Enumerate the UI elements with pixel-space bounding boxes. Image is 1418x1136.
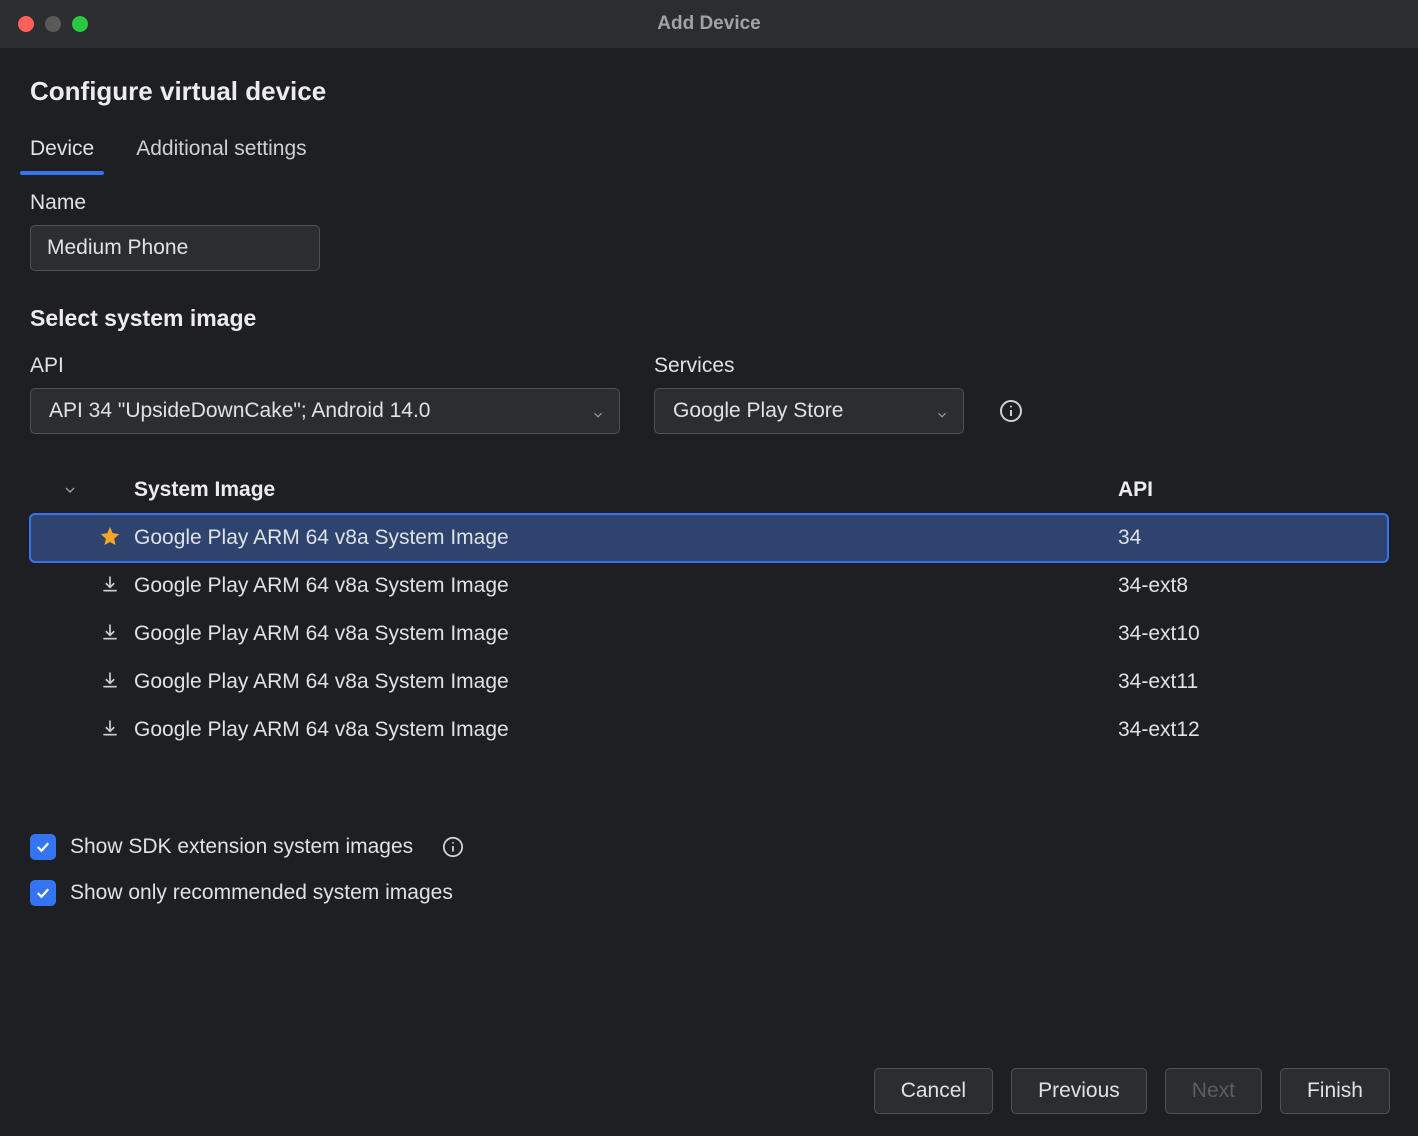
window-title: Add Device — [0, 13, 1418, 35]
download-icon[interactable] — [100, 574, 120, 599]
system-image-table: System Image API Google Play ARM 64 v8a … — [30, 478, 1388, 754]
row-api: 34-ext10 — [1118, 622, 1368, 646]
services-select[interactable]: Google Play Store — [654, 388, 964, 434]
row-api: 34 — [1118, 526, 1368, 550]
download-icon[interactable] — [100, 718, 120, 743]
info-icon[interactable] — [441, 835, 465, 859]
page-title: Configure virtual device — [30, 76, 1388, 107]
table-row[interactable]: Google Play ARM 64 v8a System Image34 — [30, 514, 1388, 562]
cancel-button[interactable]: Cancel — [874, 1068, 993, 1114]
info-icon[interactable] — [998, 398, 1024, 424]
checkbox-recommended-label: Show only recommended system images — [70, 881, 453, 905]
window-controls — [0, 16, 88, 32]
header-system-image[interactable]: System Image — [130, 478, 1118, 502]
download-icon[interactable] — [100, 622, 120, 647]
row-name: Google Play ARM 64 v8a System Image — [130, 574, 1118, 598]
services-select-value: Google Play Store — [673, 399, 843, 423]
tabs: Device Additional settings — [30, 131, 1388, 173]
api-label: API — [30, 354, 620, 378]
api-select[interactable]: API 34 "UpsideDownCake"; Android 14.0 — [30, 388, 620, 434]
footer-buttons: Cancel Previous Next Finish — [874, 1068, 1390, 1114]
table-row[interactable]: Google Play ARM 64 v8a System Image34-ex… — [30, 706, 1388, 754]
row-name: Google Play ARM 64 v8a System Image — [130, 718, 1118, 742]
api-select-value: API 34 "UpsideDownCake"; Android 14.0 — [49, 399, 430, 423]
table-row[interactable]: Google Play ARM 64 v8a System Image34-ex… — [30, 658, 1388, 706]
name-input[interactable] — [30, 225, 320, 271]
services-label: Services — [654, 354, 964, 378]
chevron-down-icon — [591, 404, 605, 418]
maximize-icon[interactable] — [72, 16, 88, 32]
next-button: Next — [1165, 1068, 1262, 1114]
close-icon[interactable] — [18, 16, 34, 32]
collapse-icon[interactable] — [50, 482, 90, 498]
titlebar: Add Device — [0, 0, 1418, 48]
row-api: 34-ext12 — [1118, 718, 1368, 742]
tab-additional-settings[interactable]: Additional settings — [136, 131, 306, 173]
finish-button[interactable]: Finish — [1280, 1068, 1390, 1114]
row-api: 34-ext8 — [1118, 574, 1368, 598]
checkbox-icon[interactable] — [30, 834, 56, 860]
table-header-row: System Image API — [30, 478, 1388, 514]
select-image-heading: Select system image — [30, 305, 1388, 332]
tab-device[interactable]: Device — [30, 131, 94, 173]
header-api[interactable]: API — [1118, 478, 1368, 502]
checkbox-sdk-extension-label: Show SDK extension system images — [70, 835, 413, 859]
name-label: Name — [30, 191, 1388, 215]
table-row[interactable]: Google Play ARM 64 v8a System Image34-ex… — [30, 562, 1388, 610]
row-name: Google Play ARM 64 v8a System Image — [130, 526, 1118, 550]
row-name: Google Play ARM 64 v8a System Image — [130, 622, 1118, 646]
row-name: Google Play ARM 64 v8a System Image — [130, 670, 1118, 694]
star-icon — [99, 525, 121, 552]
checkbox-icon[interactable] — [30, 880, 56, 906]
minimize-icon — [45, 16, 61, 32]
checkbox-sdk-extension[interactable]: Show SDK extension system images — [30, 834, 1388, 860]
checkbox-recommended[interactable]: Show only recommended system images — [30, 880, 1388, 906]
download-icon[interactable] — [100, 670, 120, 695]
table-row[interactable]: Google Play ARM 64 v8a System Image34-ex… — [30, 610, 1388, 658]
row-api: 34-ext11 — [1118, 670, 1368, 694]
chevron-down-icon — [935, 404, 949, 418]
previous-button[interactable]: Previous — [1011, 1068, 1147, 1114]
